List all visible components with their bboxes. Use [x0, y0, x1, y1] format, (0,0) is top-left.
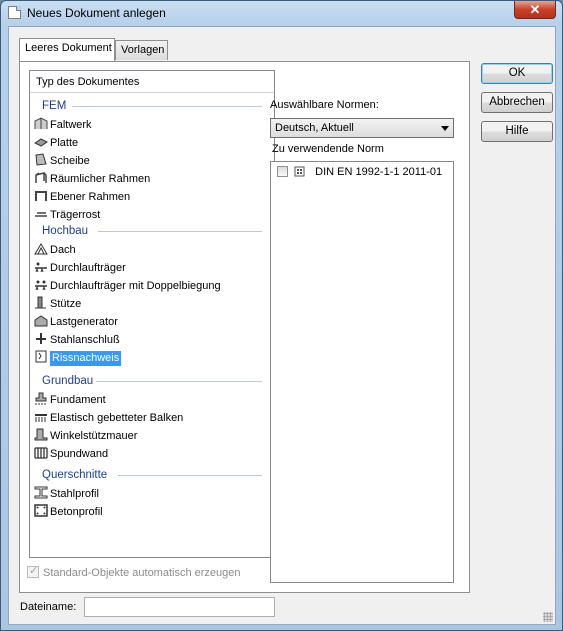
list-item[interactable]: Elastisch gebetteter Balken — [34, 410, 183, 427]
document-icon — [8, 6, 21, 19]
list-item[interactable]: Stütze — [34, 296, 81, 313]
doppelbiegung-icon — [35, 280, 47, 291]
ok-button[interactable]: OK — [481, 63, 553, 84]
list-item[interactable]: Faltwerk — [34, 117, 92, 134]
list-item-label: Fundament — [50, 394, 106, 406]
list-item[interactable]: Spundwand — [34, 446, 108, 463]
list-header: Typ des Dokumentes — [30, 71, 274, 93]
group-divider — [96, 381, 262, 382]
list-item-label: Stahlanschluß — [50, 334, 120, 346]
dach-icon — [34, 243, 48, 255]
spundwand-icon — [34, 447, 48, 459]
list-item[interactable]: Durchlaufträger — [34, 260, 126, 277]
list-item-label: Durchlaufträger — [50, 262, 126, 274]
group-header-querschnitte: Querschnitte — [42, 469, 108, 481]
list-item[interactable]: Räumlicher Rahmen — [34, 171, 150, 188]
lastgenerator-icon — [34, 315, 48, 327]
list-item[interactable]: Platte — [34, 135, 78, 152]
balken-icon — [35, 414, 47, 422]
norm-book-icon — [294, 166, 305, 177]
list-item[interactable]: Winkelstützmauer — [34, 428, 137, 445]
tab-vorlagen[interactable]: Vorlagen — [115, 40, 168, 60]
tab-leeres-dokument[interactable]: Leeres Dokument — [19, 38, 115, 61]
list-item-label: Platte — [50, 137, 79, 149]
list-item[interactable]: Rissnachweis — [34, 350, 122, 367]
document-type-list[interactable]: Typ des Dokumentes FEM Faltwerk Platte Sche… — [29, 70, 275, 558]
group-divider — [118, 475, 262, 476]
list-item-label: Betonprofil — [50, 506, 103, 518]
list-item-label: Scheibe — [50, 155, 90, 167]
chevron-down-icon — [441, 126, 449, 131]
auto-create-label: Standard-Objekte automatisch erzeugen — [43, 567, 241, 579]
faltwerk-icon — [34, 117, 48, 129]
raeumlicher-rahmen-icon — [35, 172, 47, 183]
norm-to-use-label: Zu verwendende Norm — [272, 143, 384, 155]
list-item-label: Trägerrost — [50, 209, 101, 221]
norm-item[interactable]: DIN EN 1992-1-1 2011-01 — [277, 166, 442, 180]
norm-item-label: DIN EN 1992-1-1 2011-01 — [315, 166, 443, 178]
window-title: Neues Dokument anlegen — [27, 6, 166, 20]
group-header-hochbau: Hochbau — [42, 225, 89, 237]
list-item[interactable]: Fundament — [34, 392, 106, 409]
norms-select[interactable]: Deutsch, Aktuell — [270, 118, 454, 138]
list-item-label: Elastisch gebetteter Balken — [50, 412, 184, 424]
available-norms-label: Auswählbare Normen: — [270, 99, 379, 111]
traegerrost-icon — [35, 212, 47, 217]
filename-input[interactable] — [84, 597, 275, 617]
scheibe-icon — [35, 153, 47, 166]
list-item-label: Durchlaufträger mit Doppelbiegung — [50, 280, 221, 292]
betonprofil-icon — [34, 504, 48, 517]
list-item[interactable]: Trägerrost — [34, 207, 100, 224]
list-item[interactable]: Lastgenerator — [34, 314, 118, 331]
group-divider — [98, 231, 262, 232]
stahlanschluss-icon — [36, 333, 46, 344]
list-item-label: Faltwerk — [50, 119, 92, 131]
list-item[interactable]: Betonprofil — [34, 504, 103, 521]
list-item-label: Winkelstützmauer — [50, 430, 138, 442]
group-header-fem: FEM — [42, 100, 67, 112]
list-item-label: Lastgenerator — [50, 316, 118, 328]
rissnachweis-icon — [35, 350, 47, 363]
group-divider — [72, 106, 262, 107]
stahlprofil-icon — [34, 486, 48, 499]
durchlauftraeger-icon — [35, 262, 47, 273]
ebener-rahmen-icon — [35, 191, 47, 201]
list-item-label: Ebener Rahmen — [50, 191, 131, 203]
help-button[interactable]: Hilfe — [481, 121, 553, 142]
dialog-window: Neues Dokument anlegen ✕ Leeres Dokument… — [0, 0, 563, 631]
list-item[interactable]: Stahlprofil — [34, 486, 99, 503]
cancel-button[interactable]: Abbrechen — [481, 92, 553, 113]
filename-label: Dateiname: — [20, 601, 77, 613]
norm-list: DIN EN 1992-1-1 2011-01 — [270, 161, 454, 583]
title-bar[interactable]: Neues Dokument anlegen ✕ — [1, 1, 562, 25]
auto-create-checkbox — [27, 564, 39, 578]
list-item-label: Stütze — [50, 298, 82, 310]
list-item-label: Stahlprofil — [50, 488, 99, 500]
tab-panel: Typ des Dokumentes FEM Faltwerk Platte Sche… — [19, 61, 470, 593]
dialog-body: Leeres Dokument Vorlagen Typ des Dokumen… — [8, 26, 556, 625]
list-item[interactable]: Durchlaufträger mit Doppelbiegung — [34, 278, 221, 295]
close-button[interactable]: ✕ — [514, 1, 556, 19]
list-item-label: Räumlicher Rahmen — [50, 173, 151, 185]
norms-select-value: Deutsch, Aktuell — [275, 122, 354, 134]
auto-create-option: Standard-Objekte automatisch erzeugen — [27, 564, 241, 579]
list-item[interactable]: Dach — [34, 242, 76, 259]
list-item-label: Dach — [50, 244, 76, 256]
list-item-label: Spundwand — [50, 448, 109, 460]
platte-icon — [34, 138, 48, 147]
resize-grip[interactable] — [543, 612, 553, 622]
list-item-label: Rissnachweis — [50, 351, 122, 366]
group-header-grundbau: Grundbau — [42, 375, 94, 387]
stuetze-icon — [35, 296, 46, 309]
winkelstuetzmauer-icon — [34, 428, 48, 441]
list-item[interactable]: Scheibe — [34, 153, 90, 170]
fundament-icon — [35, 392, 47, 405]
list-item[interactable]: Ebener Rahmen — [34, 189, 130, 206]
norm-checkbox[interactable] — [277, 166, 288, 177]
list-item[interactable]: Stahlanschluß — [34, 332, 120, 349]
